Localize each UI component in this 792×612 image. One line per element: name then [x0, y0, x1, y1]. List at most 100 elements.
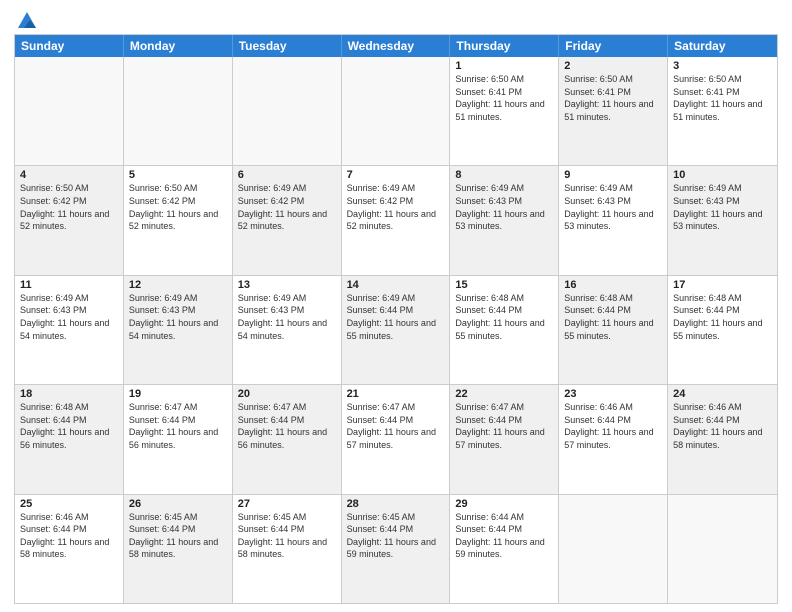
calendar-row-2: 11Sunrise: 6:49 AM Sunset: 6:43 PM Dayli…	[15, 275, 777, 384]
day-number: 16	[564, 279, 662, 291]
day-info: Sunrise: 6:50 AM Sunset: 6:42 PM Dayligh…	[20, 182, 118, 232]
day-info: Sunrise: 6:46 AM Sunset: 6:44 PM Dayligh…	[564, 401, 662, 451]
day-number: 24	[673, 388, 772, 400]
day-number: 28	[347, 498, 445, 510]
day-number: 20	[238, 388, 336, 400]
day-number: 3	[673, 60, 772, 72]
cal-cell-3-6: 24Sunrise: 6:46 AM Sunset: 6:44 PM Dayli…	[668, 385, 777, 493]
calendar-row-4: 25Sunrise: 6:46 AM Sunset: 6:44 PM Dayli…	[15, 494, 777, 603]
day-info: Sunrise: 6:50 AM Sunset: 6:41 PM Dayligh…	[673, 73, 772, 123]
cal-cell-4-6	[668, 495, 777, 603]
header-day-wednesday: Wednesday	[342, 35, 451, 57]
day-number: 11	[20, 279, 118, 291]
day-number: 29	[455, 498, 553, 510]
day-info: Sunrise: 6:47 AM Sunset: 6:44 PM Dayligh…	[238, 401, 336, 451]
cal-cell-0-2	[233, 57, 342, 165]
day-info: Sunrise: 6:47 AM Sunset: 6:44 PM Dayligh…	[455, 401, 553, 451]
day-info: Sunrise: 6:45 AM Sunset: 6:44 PM Dayligh…	[238, 511, 336, 561]
day-number: 23	[564, 388, 662, 400]
cal-cell-3-3: 21Sunrise: 6:47 AM Sunset: 6:44 PM Dayli…	[342, 385, 451, 493]
day-info: Sunrise: 6:49 AM Sunset: 6:43 PM Dayligh…	[20, 292, 118, 342]
cal-cell-0-1	[124, 57, 233, 165]
day-info: Sunrise: 6:50 AM Sunset: 6:42 PM Dayligh…	[129, 182, 227, 232]
day-info: Sunrise: 6:48 AM Sunset: 6:44 PM Dayligh…	[673, 292, 772, 342]
cal-cell-1-6: 10Sunrise: 6:49 AM Sunset: 6:43 PM Dayli…	[668, 166, 777, 274]
logo	[14, 10, 38, 28]
day-number: 8	[455, 169, 553, 181]
day-info: Sunrise: 6:46 AM Sunset: 6:44 PM Dayligh…	[673, 401, 772, 451]
cal-cell-3-1: 19Sunrise: 6:47 AM Sunset: 6:44 PM Dayli…	[124, 385, 233, 493]
day-info: Sunrise: 6:50 AM Sunset: 6:41 PM Dayligh…	[455, 73, 553, 123]
day-number: 7	[347, 169, 445, 181]
day-number: 26	[129, 498, 227, 510]
cal-cell-2-6: 17Sunrise: 6:48 AM Sunset: 6:44 PM Dayli…	[668, 276, 777, 384]
day-info: Sunrise: 6:49 AM Sunset: 6:42 PM Dayligh…	[238, 182, 336, 232]
cal-cell-0-6: 3Sunrise: 6:50 AM Sunset: 6:41 PM Daylig…	[668, 57, 777, 165]
header-day-sunday: Sunday	[15, 35, 124, 57]
cal-cell-2-1: 12Sunrise: 6:49 AM Sunset: 6:43 PM Dayli…	[124, 276, 233, 384]
day-number: 10	[673, 169, 772, 181]
day-number: 12	[129, 279, 227, 291]
header-day-thursday: Thursday	[450, 35, 559, 57]
cal-cell-2-5: 16Sunrise: 6:48 AM Sunset: 6:44 PM Dayli…	[559, 276, 668, 384]
day-number: 4	[20, 169, 118, 181]
day-number: 18	[20, 388, 118, 400]
cal-cell-1-2: 6Sunrise: 6:49 AM Sunset: 6:42 PM Daylig…	[233, 166, 342, 274]
header-day-tuesday: Tuesday	[233, 35, 342, 57]
cal-cell-4-1: 26Sunrise: 6:45 AM Sunset: 6:44 PM Dayli…	[124, 495, 233, 603]
page: SundayMondayTuesdayWednesdayThursdayFrid…	[0, 0, 792, 612]
day-info: Sunrise: 6:49 AM Sunset: 6:42 PM Dayligh…	[347, 182, 445, 232]
day-info: Sunrise: 6:48 AM Sunset: 6:44 PM Dayligh…	[455, 292, 553, 342]
header-day-saturday: Saturday	[668, 35, 777, 57]
cal-cell-3-4: 22Sunrise: 6:47 AM Sunset: 6:44 PM Dayli…	[450, 385, 559, 493]
day-info: Sunrise: 6:47 AM Sunset: 6:44 PM Dayligh…	[347, 401, 445, 451]
day-info: Sunrise: 6:49 AM Sunset: 6:43 PM Dayligh…	[129, 292, 227, 342]
day-info: Sunrise: 6:48 AM Sunset: 6:44 PM Dayligh…	[564, 292, 662, 342]
day-number: 25	[20, 498, 118, 510]
day-number: 5	[129, 169, 227, 181]
cal-cell-0-4: 1Sunrise: 6:50 AM Sunset: 6:41 PM Daylig…	[450, 57, 559, 165]
day-number: 22	[455, 388, 553, 400]
header-day-friday: Friday	[559, 35, 668, 57]
cal-cell-0-0	[15, 57, 124, 165]
day-number: 17	[673, 279, 772, 291]
calendar-header: SundayMondayTuesdayWednesdayThursdayFrid…	[15, 35, 777, 57]
cal-cell-2-4: 15Sunrise: 6:48 AM Sunset: 6:44 PM Dayli…	[450, 276, 559, 384]
cal-cell-0-5: 2Sunrise: 6:50 AM Sunset: 6:41 PM Daylig…	[559, 57, 668, 165]
cal-cell-1-3: 7Sunrise: 6:49 AM Sunset: 6:42 PM Daylig…	[342, 166, 451, 274]
cal-cell-0-3	[342, 57, 451, 165]
day-number: 13	[238, 279, 336, 291]
cal-cell-4-0: 25Sunrise: 6:46 AM Sunset: 6:44 PM Dayli…	[15, 495, 124, 603]
day-number: 21	[347, 388, 445, 400]
day-info: Sunrise: 6:49 AM Sunset: 6:44 PM Dayligh…	[347, 292, 445, 342]
day-number: 2	[564, 60, 662, 72]
day-number: 27	[238, 498, 336, 510]
cal-cell-4-3: 28Sunrise: 6:45 AM Sunset: 6:44 PM Dayli…	[342, 495, 451, 603]
cal-cell-3-2: 20Sunrise: 6:47 AM Sunset: 6:44 PM Dayli…	[233, 385, 342, 493]
day-info: Sunrise: 6:45 AM Sunset: 6:44 PM Dayligh…	[129, 511, 227, 561]
day-number: 9	[564, 169, 662, 181]
cal-cell-3-5: 23Sunrise: 6:46 AM Sunset: 6:44 PM Dayli…	[559, 385, 668, 493]
cal-cell-2-2: 13Sunrise: 6:49 AM Sunset: 6:43 PM Dayli…	[233, 276, 342, 384]
cal-cell-1-4: 8Sunrise: 6:49 AM Sunset: 6:43 PM Daylig…	[450, 166, 559, 274]
day-number: 15	[455, 279, 553, 291]
calendar-row-0: 1Sunrise: 6:50 AM Sunset: 6:41 PM Daylig…	[15, 57, 777, 165]
day-info: Sunrise: 6:44 AM Sunset: 6:44 PM Dayligh…	[455, 511, 553, 561]
calendar: SundayMondayTuesdayWednesdayThursdayFrid…	[14, 34, 778, 604]
calendar-row-1: 4Sunrise: 6:50 AM Sunset: 6:42 PM Daylig…	[15, 165, 777, 274]
calendar-body: 1Sunrise: 6:50 AM Sunset: 6:41 PM Daylig…	[15, 57, 777, 603]
header	[14, 10, 778, 28]
day-info: Sunrise: 6:45 AM Sunset: 6:44 PM Dayligh…	[347, 511, 445, 561]
day-number: 14	[347, 279, 445, 291]
day-info: Sunrise: 6:49 AM Sunset: 6:43 PM Dayligh…	[238, 292, 336, 342]
logo-icon	[16, 10, 38, 32]
cal-cell-1-0: 4Sunrise: 6:50 AM Sunset: 6:42 PM Daylig…	[15, 166, 124, 274]
cal-cell-2-3: 14Sunrise: 6:49 AM Sunset: 6:44 PM Dayli…	[342, 276, 451, 384]
day-number: 19	[129, 388, 227, 400]
cal-cell-2-0: 11Sunrise: 6:49 AM Sunset: 6:43 PM Dayli…	[15, 276, 124, 384]
day-info: Sunrise: 6:49 AM Sunset: 6:43 PM Dayligh…	[564, 182, 662, 232]
day-info: Sunrise: 6:46 AM Sunset: 6:44 PM Dayligh…	[20, 511, 118, 561]
cal-cell-4-5	[559, 495, 668, 603]
header-day-monday: Monday	[124, 35, 233, 57]
cal-cell-4-4: 29Sunrise: 6:44 AM Sunset: 6:44 PM Dayli…	[450, 495, 559, 603]
